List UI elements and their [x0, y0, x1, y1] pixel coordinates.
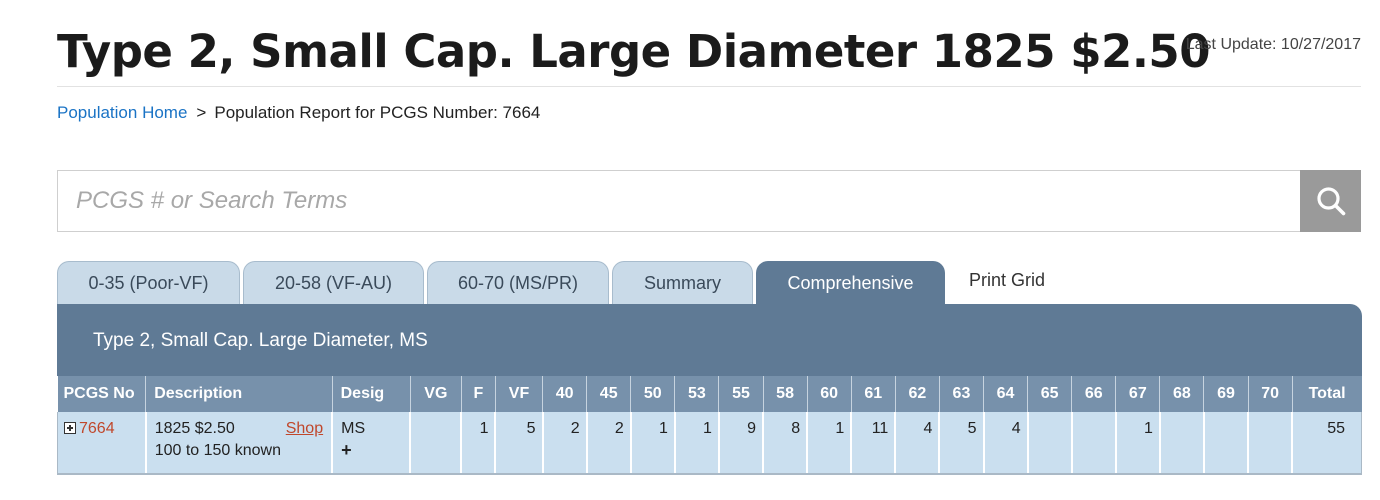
desig-value: MS [341, 420, 366, 437]
col-header-63: 63 [938, 376, 984, 412]
table-header-row: PCGS No Description Desig VG F VF 40 45 … [57, 376, 1362, 412]
grade-cell-68 [1158, 412, 1204, 475]
col-header-62: 62 [894, 376, 940, 412]
page-title: Type 2, Small Cap. Large Diameter 1825 $… [57, 25, 1211, 78]
pcgs-number-link[interactable]: 7664 [79, 420, 115, 437]
grade-cell-55: 9 [717, 412, 764, 475]
col-header-69: 69 [1203, 376, 1249, 412]
grade-cell-vf: 5 [494, 412, 543, 475]
description-cell: 1825 $2.50 Shop 100 to 150 known [144, 412, 333, 475]
plus-icon[interactable]: + [341, 441, 355, 459]
col-header-f: F [460, 376, 496, 412]
coin-description: 1825 $2.50 [154, 420, 235, 437]
tab-summary[interactable]: Summary [612, 261, 753, 304]
col-header-53: 53 [674, 376, 719, 412]
title-divider [57, 86, 1361, 87]
col-header-65: 65 [1027, 376, 1072, 412]
grade-cell-67: 1 [1114, 412, 1160, 475]
tab-comprehensive[interactable]: Comprehensive [756, 261, 945, 304]
tab-poor-vf[interactable]: 0-35 (Poor-VF) [57, 261, 240, 304]
tab-vf-au[interactable]: 20-58 (VF-AU) [243, 261, 424, 304]
search-icon [1316, 187, 1345, 216]
grade-cell-66 [1070, 412, 1116, 475]
col-header-67: 67 [1115, 376, 1160, 412]
tab-ms-pr[interactable]: 60-70 (MS/PR) [427, 261, 609, 304]
panel-title: Type 2, Small Cap. Large Diameter, MS [93, 330, 428, 351]
col-header-pcgs-no: PCGS No [57, 376, 146, 412]
grade-cell-53: 1 [673, 412, 719, 475]
search-bar [57, 170, 1361, 232]
panel-header: Type 2, Small Cap. Large Diameter, MS [57, 304, 1362, 376]
col-header-64: 64 [982, 376, 1028, 412]
col-header-description: Description [145, 376, 333, 412]
col-header-40: 40 [542, 376, 587, 412]
grade-cell-vg [409, 412, 462, 475]
col-header-70: 70 [1247, 376, 1293, 412]
col-header-58: 58 [762, 376, 808, 412]
breadcrumb-current: Population Report for PCGS Number: 7664 [214, 103, 541, 122]
grade-cell-45: 2 [585, 412, 631, 475]
col-header-desig: Desig [331, 376, 411, 412]
search-button[interactable] [1300, 170, 1361, 232]
last-update: Last Update: 10/27/2017 [1185, 36, 1361, 53]
col-header-61: 61 [850, 376, 896, 412]
grade-cell-62: 4 [894, 412, 940, 475]
breadcrumb: Population Home > Population Report for PC… [57, 103, 540, 123]
table-row: 7664 1825 $2.50 Shop 100 to 150 known MS… [56, 412, 1363, 475]
col-header-60: 60 [806, 376, 852, 412]
shop-link[interactable]: Shop [286, 420, 323, 438]
desig-cell: MS + [331, 412, 411, 475]
grade-cell-50: 1 [629, 412, 675, 475]
tab-print-grid[interactable]: Print Grid [969, 259, 1089, 302]
total-cell: 55 [1291, 412, 1363, 475]
col-header-50: 50 [630, 376, 675, 412]
expand-icon[interactable] [64, 422, 76, 434]
grade-cell-63: 5 [938, 412, 984, 475]
grade-cell-61: 11 [850, 412, 896, 475]
known-count: 100 to 150 known [154, 442, 282, 459]
grade-cell-58: 8 [762, 412, 808, 475]
grade-cell-60: 1 [806, 412, 852, 475]
col-header-66: 66 [1071, 376, 1116, 412]
search-input[interactable] [58, 171, 1301, 231]
grade-cell-65 [1026, 412, 1072, 475]
breadcrumb-separator: > [196, 103, 207, 122]
grade-cell-69 [1202, 412, 1249, 475]
breadcrumb-home-link[interactable]: Population Home [57, 103, 187, 122]
col-header-55: 55 [718, 376, 764, 412]
grade-cell-70 [1247, 412, 1293, 475]
grade-cell-64: 4 [982, 412, 1028, 475]
population-table: PCGS No Description Desig VG F VF 40 45 … [56, 376, 1363, 475]
pcgs-no-cell: 7664 [56, 412, 146, 475]
col-header-total: Total [1291, 376, 1362, 412]
col-header-vf: VF [494, 376, 543, 412]
col-header-68: 68 [1159, 376, 1204, 412]
col-header-45: 45 [586, 376, 631, 412]
grade-cell-f: 1 [460, 412, 496, 475]
col-header-vg: VG [409, 376, 462, 412]
grade-cell-40: 2 [541, 412, 587, 475]
